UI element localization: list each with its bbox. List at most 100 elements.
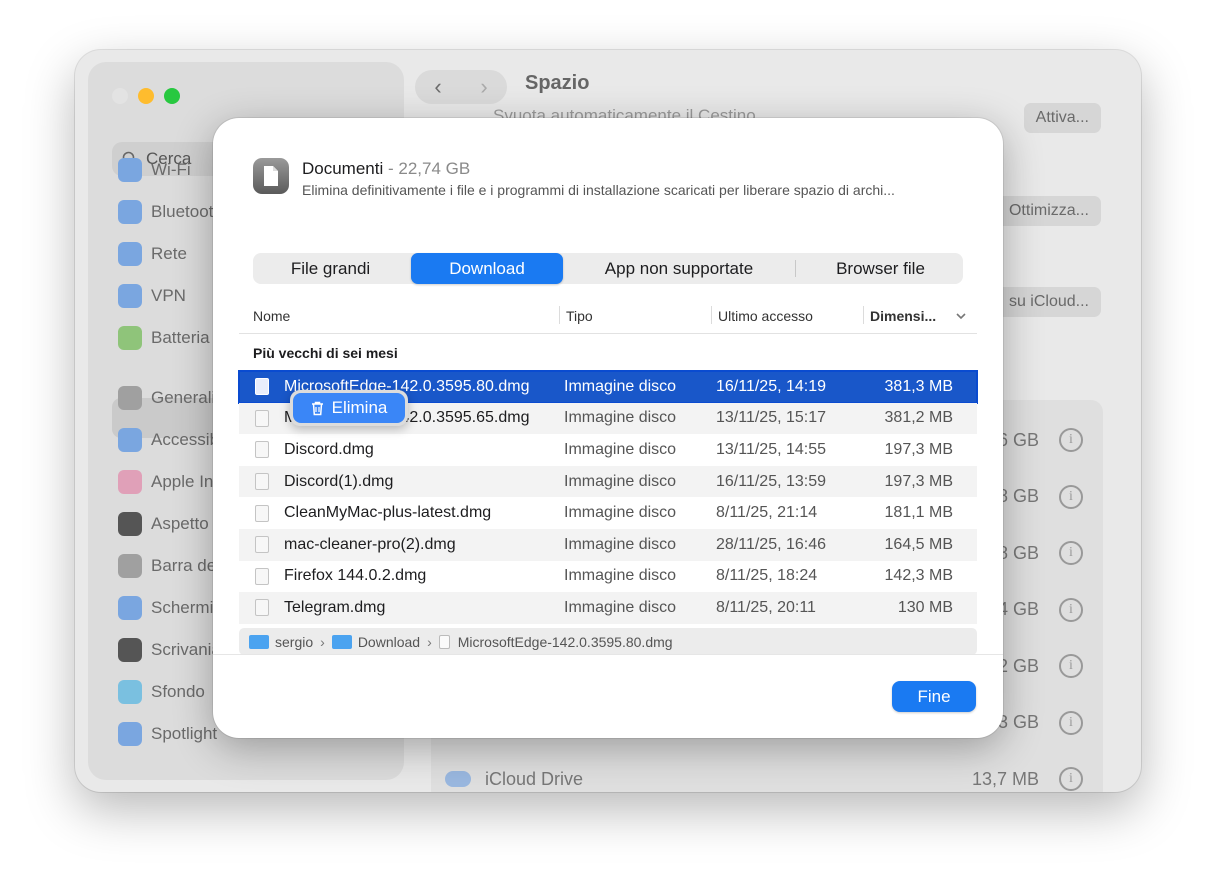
sidebar-item-label: Batteria — [151, 328, 210, 347]
file-type: Immagine disco — [564, 440, 677, 458]
file-size: 142,3 MB — [884, 567, 953, 585]
sort-chevron-down-icon[interactable] — [955, 312, 967, 320]
zoom-button[interactable] — [164, 88, 180, 104]
file-date: 13/11/25, 15:17 — [716, 409, 827, 427]
tab-app-non-supportate[interactable]: App non supportate — [565, 253, 793, 284]
table-row[interactable]: Firefox 144.0.2.dmg Immagine disco 8/11/25… — [239, 561, 977, 593]
sidebar-item[interactable]: Aspetto — [118, 508, 209, 540]
tab-separator — [795, 260, 796, 277]
file-icon — [255, 536, 269, 554]
context-menu: Elimina — [290, 390, 408, 426]
sidebar-item[interactable]: Bluetooth — [118, 196, 223, 228]
file-date: 8/11/25, 21:14 — [716, 504, 818, 522]
file-type: Immagine disco — [564, 377, 677, 395]
info-icon[interactable]: i — [1059, 710, 1083, 735]
forward-chevron-icon[interactable]: › — [480, 74, 487, 100]
icloud-button[interactable]: su iCloud... — [996, 287, 1101, 317]
dialog-title: Documenti - 22,74 GB — [302, 159, 470, 179]
sidebar-item[interactable]: VPN — [118, 280, 186, 312]
ottimizza-button[interactable]: Ottimizza... — [996, 196, 1101, 226]
info-icon[interactable]: i — [1059, 484, 1083, 509]
file-type: Immagine disco — [564, 567, 677, 585]
sidebar-item[interactable]: Barra dei — [118, 550, 220, 582]
icloud-icon — [445, 771, 471, 787]
table-row[interactable]: Telegram.dmg Immagine disco 8/11/25, 20:11… — [239, 592, 977, 624]
sidebar-item-label: Aspetto — [151, 514, 209, 533]
attiva-button[interactable]: Attiva... — [1023, 103, 1101, 133]
done-button[interactable]: Fine — [892, 681, 976, 712]
file-icon — [255, 504, 269, 522]
file-size: 181,1 MB — [884, 504, 953, 522]
file-name: Telegram.dmg — [284, 598, 386, 616]
delete-menu-item[interactable]: Elimina — [293, 393, 405, 423]
column-accessed[interactable]: Ultimo accesso — [718, 308, 813, 324]
file-type: Immagine disco — [564, 472, 677, 490]
sidebar-item[interactable]: Rete — [118, 238, 187, 270]
sidebar-item[interactable]: Wi-Fi — [118, 154, 191, 186]
column-size[interactable]: Dimensi... — [870, 308, 936, 324]
sidebar-item[interactable]: Accessibi — [118, 424, 223, 456]
sidebar-item-label: Generali — [151, 388, 216, 407]
sidebar-item-label: Schermi — [151, 598, 214, 617]
file-date: 8/11/25, 18:24 — [716, 567, 818, 585]
desktop-icon — [118, 638, 142, 662]
file-date: 8/11/25, 20:11 — [716, 598, 816, 616]
file-date: 13/11/25, 14:55 — [716, 440, 827, 458]
tab-browser-file[interactable]: Browser file — [798, 253, 963, 284]
file-name: CleanMyMac-plus-latest.dmg — [284, 504, 492, 522]
table-row[interactable]: mac-cleaner-pro(2).dmg Immagine disco 28/1… — [239, 529, 977, 561]
sidebar-item-label: Sfondo — [151, 682, 205, 701]
sidebar-item-label: VPN — [151, 286, 186, 305]
path-bar: sergio › Download › MicrosoftEdge-142.0.… — [239, 628, 977, 655]
path-folder[interactable]: Download — [358, 634, 420, 650]
tab-file-grandi[interactable]: File grandi — [253, 253, 408, 284]
dialog-title-text: Documenti — [302, 159, 384, 178]
folder-icon — [331, 634, 352, 649]
column-separator[interactable] — [711, 306, 712, 324]
info-icon[interactable]: i — [1059, 597, 1083, 622]
table-row[interactable]: Discord(1).dmg Immagine disco 16/11/25, 13… — [239, 465, 977, 498]
info-icon[interactable]: i — [1059, 654, 1083, 678]
sidebar-item[interactable]: Schermi — [118, 592, 213, 624]
path-file[interactable]: MicrosoftEdge-142.0.3595.80.dmg — [458, 634, 673, 650]
close-button[interactable] — [112, 88, 128, 104]
column-name[interactable]: Nome — [253, 308, 290, 324]
info-icon[interactable]: i — [1059, 428, 1083, 452]
sidebar-item[interactable]: Batteria — [118, 322, 210, 354]
trash-icon — [311, 401, 323, 415]
file-name: mac-cleaner-pro(2).dmg — [284, 535, 456, 553]
footer-divider — [213, 654, 1003, 655]
sidebar-item-label: Barra dei — [151, 556, 220, 575]
sidebar-item[interactable]: Generali — [118, 382, 215, 414]
sidebar-item-label: Scrivania — [151, 640, 221, 659]
column-separator[interactable] — [559, 306, 560, 324]
column-separator[interactable] — [863, 306, 864, 324]
minimize-button[interactable] — [138, 88, 154, 104]
file-size: 197,3 MB — [884, 440, 953, 458]
sidebar-item[interactable]: Spotlight — [118, 718, 217, 750]
file-size: 197,3 MB — [884, 472, 953, 490]
file-date: 16/11/25, 13:59 — [716, 472, 827, 490]
group-label: Più vecchi di sei mesi — [253, 345, 398, 361]
table-row[interactable]: CleanMyMac-plus-latest.dmg Immagine disco… — [239, 497, 977, 529]
tab-download[interactable]: Download — [411, 253, 563, 284]
info-icon[interactable]: i — [1059, 541, 1083, 565]
sidebar-item[interactable]: Sfondo — [118, 676, 205, 708]
back-chevron-icon[interactable]: ‹ — [434, 74, 441, 100]
sidebar-item[interactable]: Apple Inte — [118, 466, 228, 498]
documents-dialog: Documenti - 22,74 GB Elimina definitivam… — [213, 118, 1003, 738]
file-date: 28/11/25, 16:46 — [716, 535, 827, 553]
file-icon — [255, 378, 269, 396]
path-chevron-icon: › — [427, 633, 432, 650]
path-user[interactable]: sergio — [275, 634, 313, 650]
info-icon[interactable]: i — [1059, 767, 1083, 791]
battery-icon — [118, 326, 142, 350]
table-row[interactable]: Discord.dmg Immagine disco 13/11/25, 14:55… — [239, 434, 977, 466]
file-type: Immagine disco — [564, 409, 677, 427]
path-chevron-icon: › — [320, 633, 325, 650]
traffic-lights — [112, 88, 180, 104]
sidebar-item[interactable]: Scrivania — [118, 634, 221, 666]
column-type[interactable]: Tipo — [566, 308, 593, 324]
control-center-icon — [118, 554, 142, 578]
sidebar-item-label: Rete — [151, 244, 187, 263]
